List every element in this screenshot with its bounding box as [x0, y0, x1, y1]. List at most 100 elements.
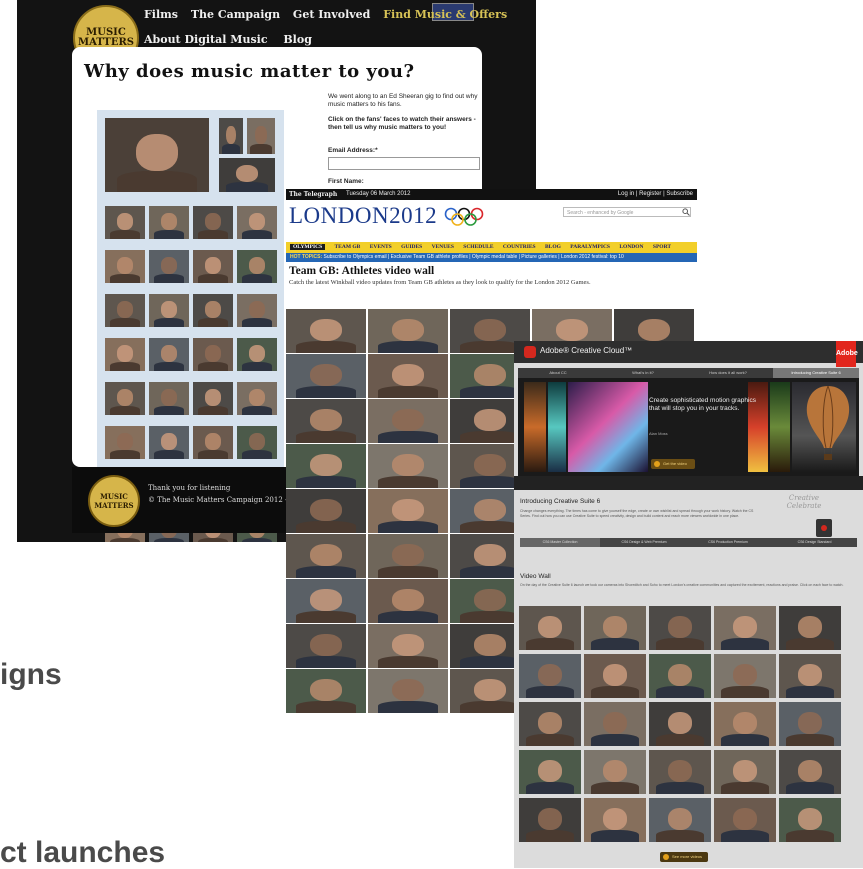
video-thumbnail[interactable]	[286, 534, 366, 578]
video-thumbnail[interactable]	[237, 294, 277, 327]
video-thumbnail[interactable]	[286, 444, 366, 488]
tab-design-standard[interactable]: CS6 Design Standard	[772, 538, 857, 547]
video-thumbnail[interactable]	[149, 426, 189, 459]
video-thumbnail[interactable]	[584, 702, 646, 746]
video-thumbnail[interactable]	[193, 426, 233, 459]
nav-countries[interactable]: COUNTRIES	[503, 244, 536, 250]
tab-design-web-premium[interactable]: CS6 Design & Web Premium	[604, 538, 684, 547]
nav-blog[interactable]: BLOG	[545, 244, 561, 250]
video-thumbnail[interactable]	[584, 750, 646, 794]
video-thumbnail[interactable]	[368, 399, 448, 443]
nav-about-digital-music[interactable]: About Digital Music	[144, 33, 268, 46]
tab-about-cc[interactable]: About CC	[518, 368, 598, 378]
video-thumbnail[interactable]	[105, 250, 145, 283]
video-thumbnail[interactable]	[286, 579, 366, 623]
search-icon[interactable]	[682, 208, 690, 216]
video-thumbnail[interactable]	[237, 338, 277, 371]
featured-video-thumbnail[interactable]	[105, 118, 209, 192]
tab-master-collection[interactable]: CS6 Master Collection	[520, 538, 600, 547]
search-input[interactable]: Search - enhanced by Google	[563, 207, 691, 217]
nav-venues[interactable]: VENUES	[432, 244, 454, 250]
adobe-logo[interactable]: Adobe	[836, 341, 858, 367]
video-thumbnail[interactable]	[368, 624, 448, 668]
nav-london[interactable]: LONDON	[619, 244, 643, 250]
video-thumbnail[interactable]	[105, 382, 145, 415]
hero-play-button[interactable]: Get the video	[651, 459, 695, 469]
video-thumbnail[interactable]	[368, 669, 448, 713]
video-thumbnail[interactable]	[105, 206, 145, 239]
video-thumbnail[interactable]	[368, 444, 448, 488]
video-thumbnail[interactable]	[237, 206, 277, 239]
login-links[interactable]: Log in | Register | Subscribe	[618, 189, 693, 200]
nav-guides[interactable]: GUIDES	[401, 244, 422, 250]
video-thumbnail[interactable]	[149, 338, 189, 371]
video-thumbnail[interactable]	[286, 624, 366, 668]
nav-get-involved[interactable]: Get Involved	[293, 8, 370, 21]
video-thumbnail[interactable]	[149, 250, 189, 283]
video-thumbnail[interactable]	[286, 669, 366, 713]
video-thumbnail[interactable]	[779, 702, 841, 746]
video-thumbnail[interactable]	[779, 654, 841, 698]
video-thumbnail[interactable]	[193, 206, 233, 239]
email-field[interactable]	[328, 157, 480, 171]
video-thumbnail[interactable]	[247, 118, 275, 154]
nav-schedule[interactable]: SCHEDULE	[463, 244, 493, 250]
video-thumbnail[interactable]	[149, 206, 189, 239]
video-thumbnail[interactable]	[237, 250, 277, 283]
video-thumbnail[interactable]	[519, 702, 581, 746]
video-thumbnail[interactable]	[519, 654, 581, 698]
video-thumbnail[interactable]	[286, 399, 366, 443]
tab-introducing-cs6[interactable]: Introducing Creative Suite 6	[773, 368, 859, 378]
video-thumbnail[interactable]	[779, 606, 841, 650]
nav-blog[interactable]: Blog	[283, 33, 312, 46]
video-thumbnail[interactable]	[286, 489, 366, 533]
london2012-masthead[interactable]: LONDON2012	[289, 203, 437, 229]
video-thumbnail[interactable]	[237, 426, 277, 459]
video-thumbnail[interactable]	[219, 158, 275, 192]
nav-events[interactable]: EVENTS	[370, 244, 392, 250]
nav-films[interactable]: Films	[144, 8, 178, 21]
video-thumbnail[interactable]	[649, 654, 711, 698]
video-thumbnail[interactable]	[584, 606, 646, 650]
nav-sport[interactable]: SPORT	[653, 244, 671, 250]
nav-find-music[interactable]: Find Music & Offers	[383, 8, 507, 21]
tab-how-it-works[interactable]: How does it all work?	[688, 368, 768, 378]
video-thumbnail[interactable]	[779, 750, 841, 794]
video-thumbnail[interactable]	[649, 750, 711, 794]
video-thumbnail[interactable]	[519, 750, 581, 794]
video-thumbnail[interactable]	[714, 654, 776, 698]
video-thumbnail[interactable]	[193, 338, 233, 371]
video-thumbnail[interactable]	[368, 489, 448, 533]
video-thumbnail[interactable]	[368, 309, 448, 353]
video-thumbnail[interactable]	[193, 382, 233, 415]
video-thumbnail[interactable]	[368, 534, 448, 578]
video-thumbnail[interactable]	[193, 294, 233, 327]
video-thumbnail[interactable]	[584, 798, 646, 842]
nav-team-gb[interactable]: TEAM GB	[335, 244, 361, 250]
telegraph-brand[interactable]: The Telegraph	[289, 189, 337, 200]
video-thumbnail[interactable]	[519, 606, 581, 650]
video-thumbnail[interactable]	[105, 338, 145, 371]
tab-production-premium[interactable]: CS6 Production Premium	[688, 538, 768, 547]
video-thumbnail[interactable]	[149, 294, 189, 327]
video-thumbnail[interactable]	[584, 654, 646, 698]
see-more-videos-button[interactable]: See more videos	[660, 852, 708, 862]
video-thumbnail[interactable]	[649, 798, 711, 842]
video-thumbnail[interactable]	[714, 798, 776, 842]
video-thumbnail[interactable]	[237, 382, 277, 415]
tab-whats-in-it[interactable]: What's in it?	[603, 368, 683, 378]
video-thumbnail[interactable]	[149, 382, 189, 415]
nav-olympics[interactable]: OLYMPICS	[290, 244, 326, 250]
video-thumbnail[interactable]	[519, 798, 581, 842]
hot-topics-links[interactable]: Subscribe to Olympics email | Exclusive …	[324, 254, 624, 260]
video-thumbnail[interactable]	[368, 579, 448, 623]
nav-paralympics[interactable]: PARALYMPICS	[570, 244, 610, 250]
video-thumbnail[interactable]	[286, 354, 366, 398]
video-thumbnail[interactable]	[649, 606, 711, 650]
video-thumbnail[interactable]	[286, 309, 366, 353]
video-thumbnail[interactable]	[105, 426, 145, 459]
video-thumbnail[interactable]	[193, 250, 233, 283]
video-thumbnail[interactable]	[779, 798, 841, 842]
video-thumbnail[interactable]	[105, 294, 145, 327]
video-thumbnail[interactable]	[219, 118, 243, 154]
